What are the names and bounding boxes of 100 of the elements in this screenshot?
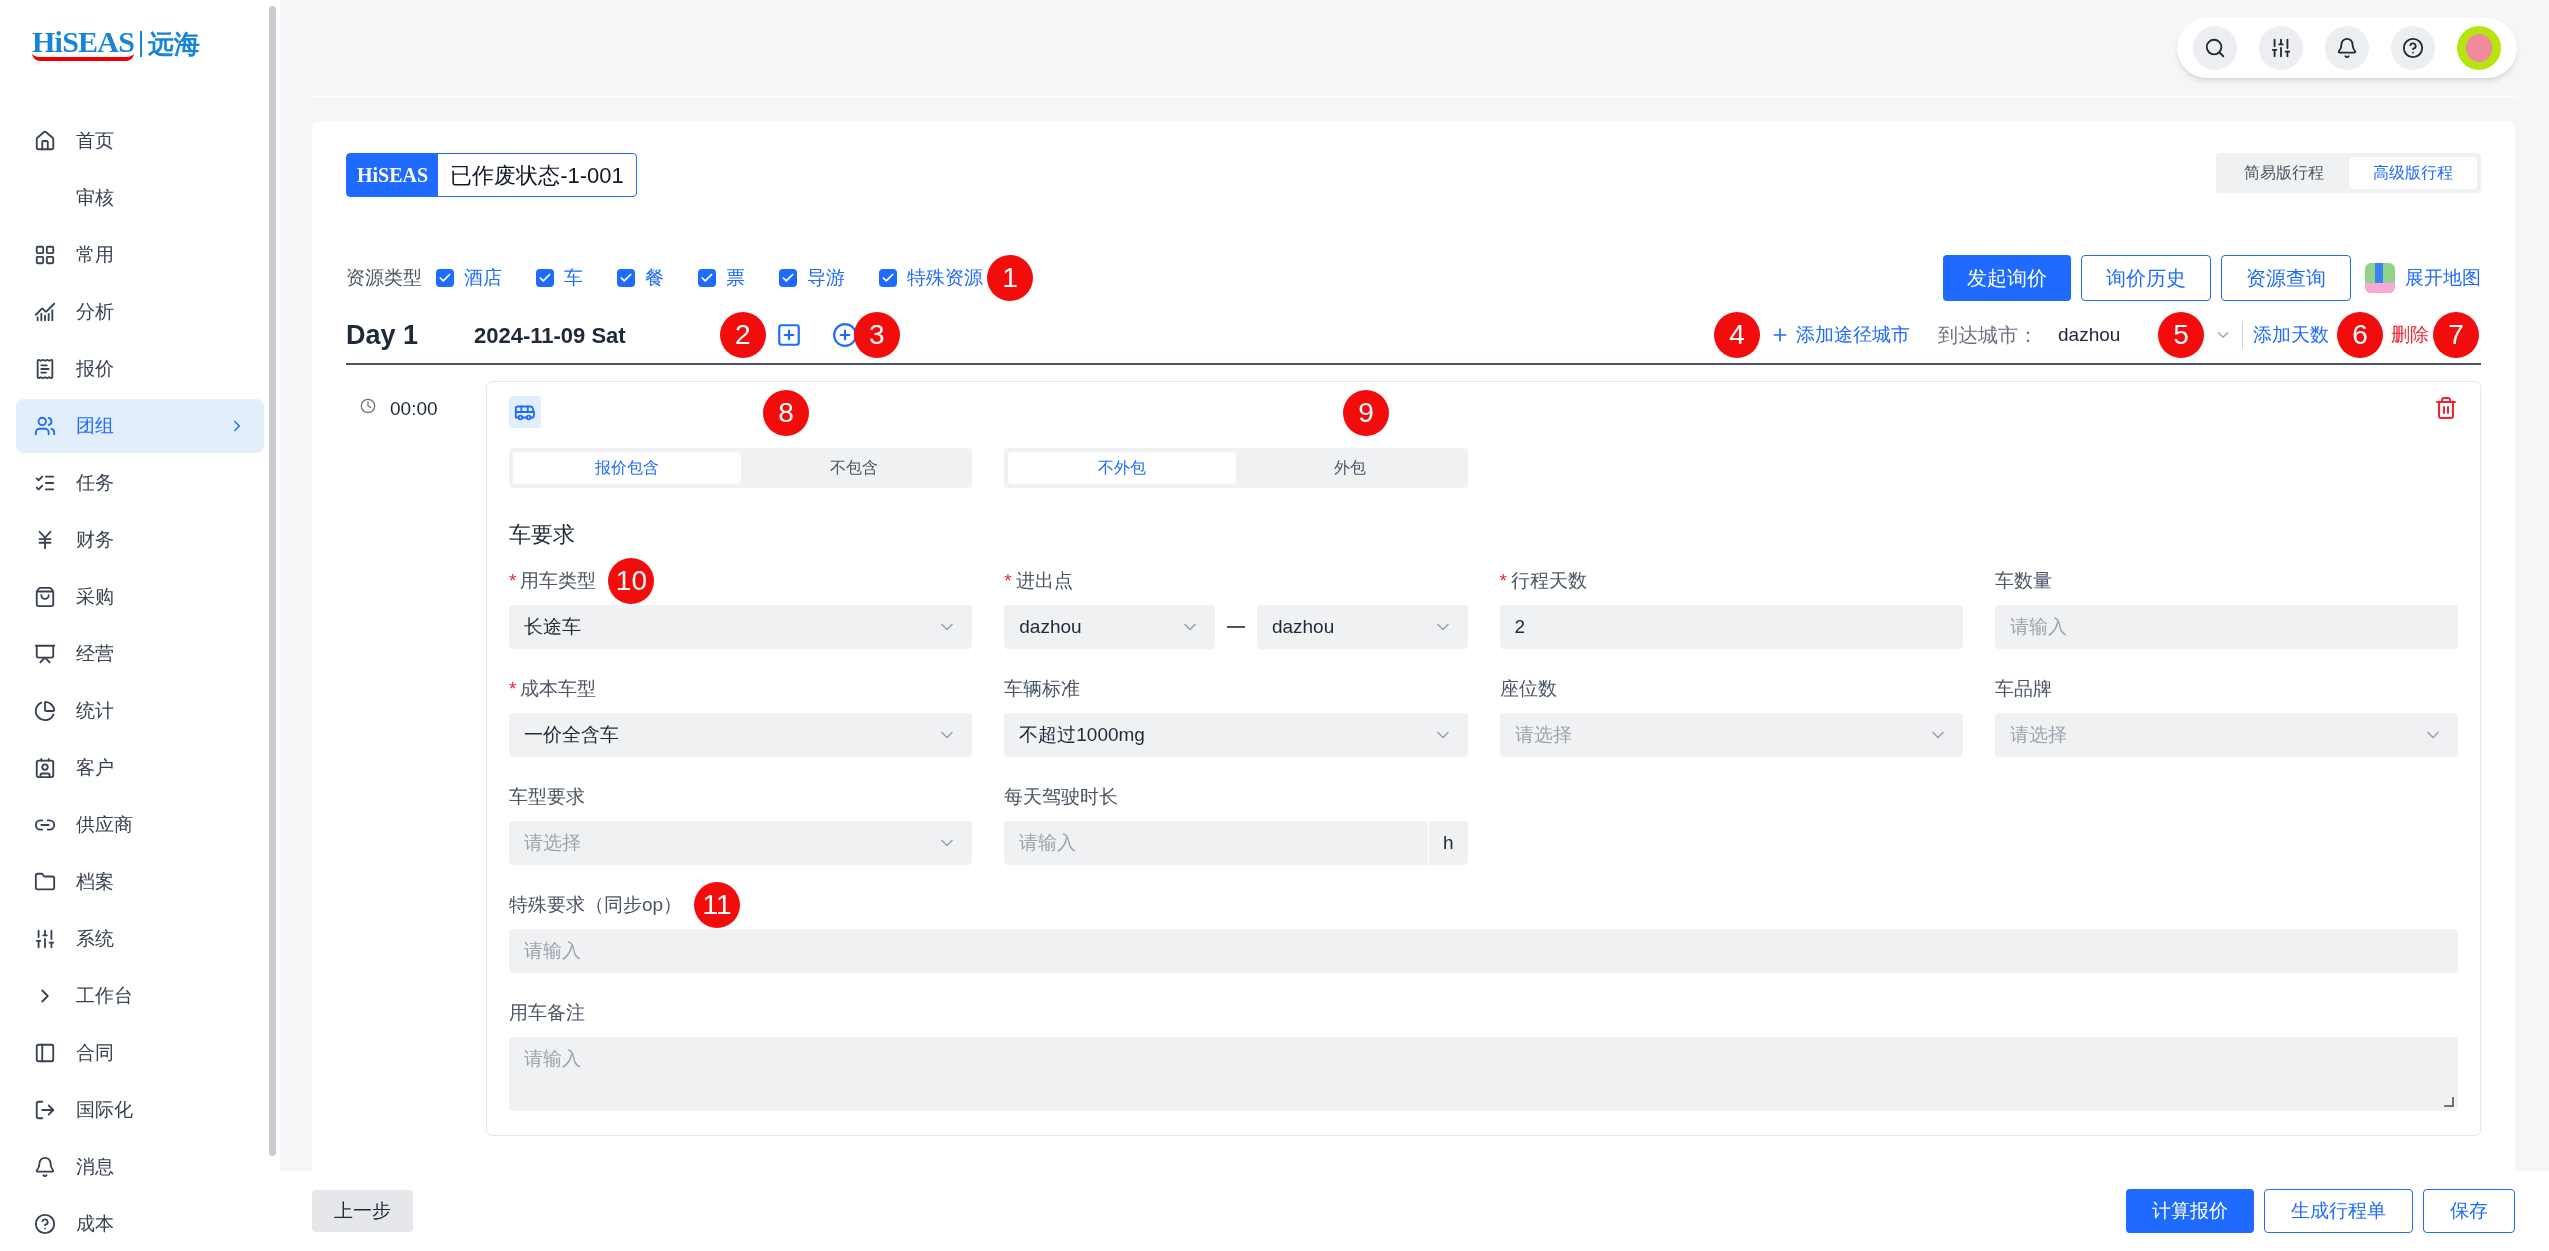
sidebar-item[interactable]: 档案 bbox=[16, 855, 264, 909]
sidebar-item[interactable]: 客户 bbox=[16, 741, 264, 795]
field-label: 车辆标准 bbox=[1004, 676, 1081, 701]
clock-icon bbox=[360, 398, 376, 414]
segment-tab[interactable]: 简易版行程 bbox=[2220, 157, 2349, 189]
sliders-icon[interactable] bbox=[2259, 26, 2303, 70]
resize-handle-icon bbox=[2444, 1097, 2454, 1107]
resource-checkbox[interactable]: 导游 bbox=[779, 263, 845, 293]
callout-badge: 2 bbox=[719, 312, 766, 358]
grid-icon bbox=[34, 244, 56, 266]
required-mark: * bbox=[1499, 568, 1507, 593]
bell-icon[interactable] bbox=[2325, 26, 2369, 70]
unit-suffix: h bbox=[1427, 821, 1468, 865]
field-label: 进出点 bbox=[1015, 568, 1073, 593]
add-city-link[interactable]: 添加途径城市 bbox=[1770, 320, 1910, 350]
sidebar-item[interactable]: 供应商 bbox=[16, 798, 264, 852]
segment-tab[interactable]: 高级版行程 bbox=[2348, 157, 2477, 189]
input-field[interactable]: 请输入 h bbox=[1004, 821, 1468, 865]
sidebar-item[interactable]: 合同 bbox=[16, 1026, 264, 1080]
sidebar-item[interactable]: 分析 bbox=[16, 285, 264, 339]
pie-chart-icon bbox=[34, 700, 56, 722]
arrival-label: 到达城市： bbox=[1938, 323, 2038, 348]
field-label: 车型要求 bbox=[509, 784, 585, 809]
select-field[interactable]: dazhou bbox=[1004, 605, 1215, 649]
expand-map-link[interactable]: 展开地图 bbox=[2405, 263, 2481, 293]
select-field[interactable]: 不超过1000mg bbox=[1004, 713, 1468, 757]
segment-tab[interactable]: 不包含 bbox=[740, 452, 969, 484]
sidebar-item[interactable]: 国际化 bbox=[16, 1083, 264, 1137]
sidebar-item[interactable]: 系统 bbox=[16, 912, 264, 966]
resource-checkbox[interactable]: 餐 bbox=[617, 263, 664, 293]
avatar[interactable] bbox=[2457, 26, 2501, 70]
footer-button[interactable]: 生成行程单 bbox=[2264, 1189, 2413, 1233]
resource-checkbox[interactable]: 票 bbox=[698, 263, 745, 293]
sidebar-item[interactable]: 任务 bbox=[16, 456, 264, 510]
people-icon bbox=[34, 415, 56, 437]
checkbox[interactable] bbox=[536, 269, 554, 287]
section-title: 车要求 bbox=[509, 521, 576, 549]
logo[interactable]: HiSEAS 远海 bbox=[0, 12, 280, 76]
segment-tab[interactable]: 报价包含 bbox=[513, 452, 741, 484]
input-field[interactable]: 2 bbox=[1499, 605, 1963, 649]
contact-icon bbox=[34, 757, 56, 779]
sidebar-item[interactable]: 统计 bbox=[16, 684, 264, 738]
exit-icon bbox=[34, 1099, 56, 1121]
checkbox[interactable] bbox=[617, 269, 635, 287]
sidebar-item[interactable]: 报价 bbox=[16, 342, 264, 396]
check-icon bbox=[781, 271, 795, 285]
checkbox[interactable] bbox=[436, 269, 454, 287]
footer-button[interactable]: 保存 bbox=[2423, 1189, 2515, 1233]
bell-icon bbox=[34, 1156, 56, 1178]
sliders-icon bbox=[34, 928, 56, 950]
field-label: 每天驾驶时长 bbox=[1004, 784, 1119, 809]
footer-button[interactable]: 计算报价 bbox=[2126, 1189, 2254, 1233]
action-button[interactable]: 发起询价 bbox=[1943, 255, 2071, 301]
arrival-select[interactable]: dazhou bbox=[2058, 320, 2158, 350]
check-icon bbox=[700, 271, 714, 285]
sidebar-item[interactable]: 财务 bbox=[16, 513, 264, 567]
checkbox[interactable] bbox=[698, 269, 716, 287]
add-square-icon[interactable] bbox=[775, 322, 802, 348]
sidebar-item[interactable]: 审核 bbox=[16, 171, 264, 225]
day-title: Day 1 bbox=[346, 318, 420, 352]
delete-icon[interactable] bbox=[2434, 396, 2458, 420]
field-label: 车品牌 bbox=[1994, 676, 2052, 701]
select-field[interactable]: dazhou bbox=[1256, 605, 1468, 649]
monitor-icon bbox=[34, 643, 56, 665]
resource-checkbox[interactable]: 特殊资源 bbox=[879, 263, 983, 293]
resource-checkbox[interactable]: 车 bbox=[536, 263, 583, 293]
segment-tab[interactable]: 外包 bbox=[1235, 452, 1464, 484]
resource-checkbox[interactable]: 酒店 bbox=[436, 263, 502, 293]
field-label: 用车类型 bbox=[520, 568, 597, 593]
sidebar-item[interactable]: 成本 bbox=[16, 1197, 264, 1251]
action-button[interactable]: 询价历史 bbox=[2081, 255, 2211, 301]
sidebar-item[interactable]: 采购 bbox=[16, 570, 264, 624]
order-title: 已作废状态-1-001 bbox=[449, 161, 625, 190]
action-button[interactable]: 资源查询 bbox=[2221, 255, 2351, 301]
sidebar-item[interactable]: 团组 bbox=[16, 399, 264, 453]
day-date: 2024-11-09 Sat bbox=[474, 321, 626, 350]
search-icon[interactable] bbox=[2193, 26, 2237, 70]
callout-badge: 11 bbox=[694, 882, 741, 928]
back-button[interactable]: 上一步 bbox=[312, 1190, 413, 1232]
sidebar-item[interactable]: 首页 bbox=[16, 114, 264, 168]
sidebar-item[interactable]: 常用 bbox=[16, 228, 264, 282]
sidebar-item[interactable]: 经营 bbox=[16, 627, 264, 681]
required-mark: * bbox=[509, 568, 517, 593]
required-mark: * bbox=[509, 676, 517, 701]
segment-tab[interactable]: 不外包 bbox=[1008, 452, 1236, 484]
delete-link[interactable]: 删除 bbox=[2391, 320, 2429, 350]
checkbox[interactable] bbox=[779, 269, 797, 287]
help-icon[interactable] bbox=[2391, 26, 2435, 70]
bag-icon bbox=[34, 586, 56, 608]
range-dash bbox=[1226, 626, 1245, 628]
add-days-link[interactable]: 添加天数 bbox=[2253, 320, 2329, 350]
callout-badge: 3 bbox=[853, 312, 900, 358]
folder-icon bbox=[34, 871, 56, 893]
sidebar-item[interactable]: 消息 bbox=[16, 1140, 264, 1194]
check-icon bbox=[438, 271, 452, 285]
checkbox[interactable] bbox=[879, 269, 897, 287]
select-field[interactable]: 一价全含车 bbox=[509, 713, 973, 757]
help-icon bbox=[34, 1213, 56, 1235]
select-field[interactable]: 长途车 bbox=[509, 605, 973, 649]
sidebar-item[interactable]: 工作台 bbox=[16, 969, 264, 1023]
